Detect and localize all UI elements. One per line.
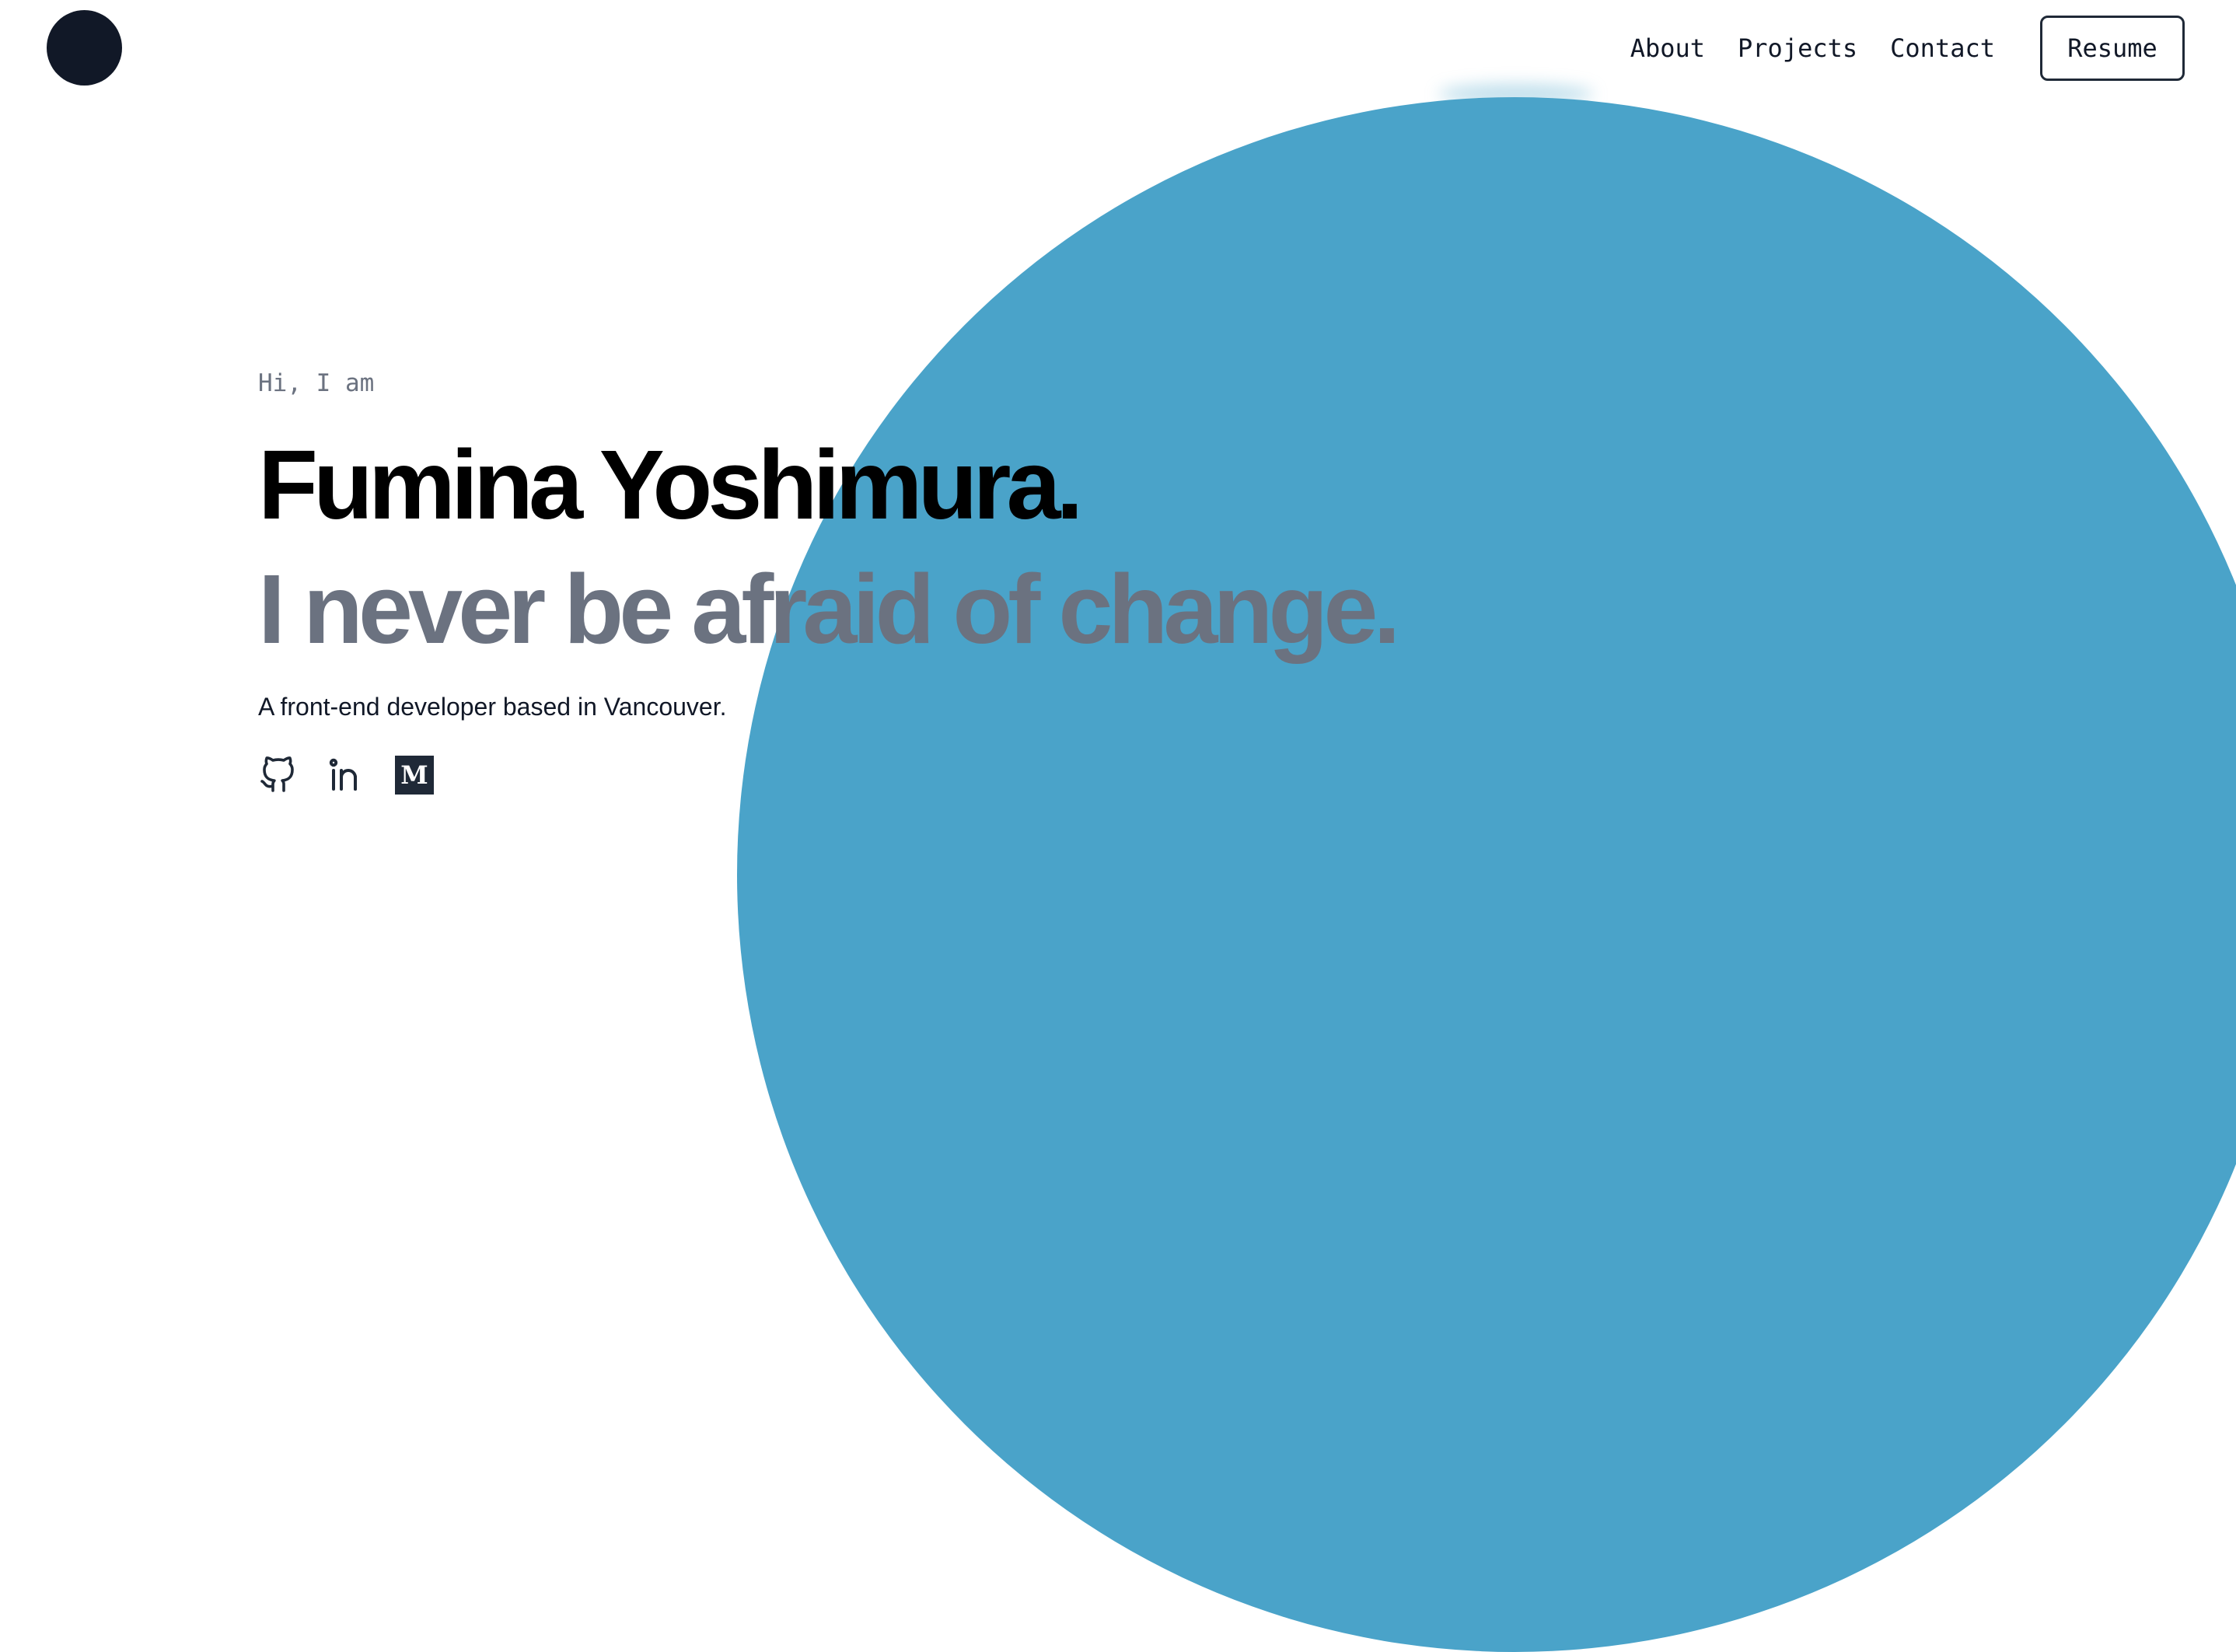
- medium-icon: M: [395, 756, 434, 795]
- hero-tagline: I never be afraid of change.: [258, 554, 1400, 664]
- background-circle: [737, 97, 2236, 1652]
- top-nav: About Projects Contact Resume: [1630, 14, 2185, 82]
- hero-subtitle: A front-end developer based in Vancouver…: [258, 693, 727, 721]
- logo-icon[interactable]: [47, 10, 122, 86]
- nav-contact-link[interactable]: Contact: [1890, 33, 1995, 63]
- resume-button[interactable]: Resume: [2040, 16, 2185, 81]
- linkedin-icon: [329, 758, 357, 791]
- medium-link[interactable]: M: [395, 756, 434, 795]
- greeting-text: Hi, I am: [258, 369, 375, 397]
- nav-about-link[interactable]: About: [1630, 33, 1705, 63]
- hero-name: Fumina Yoshimura.: [258, 430, 1084, 540]
- nav-projects-link[interactable]: Projects: [1738, 33, 1857, 63]
- linkedin-link[interactable]: [327, 756, 365, 795]
- github-link[interactable]: [258, 756, 297, 795]
- github-icon: [260, 756, 294, 792]
- hero-section: Hi, I am Fumina Yoshimura. I never be af…: [258, 369, 1400, 795]
- social-links: M: [258, 756, 1396, 795]
